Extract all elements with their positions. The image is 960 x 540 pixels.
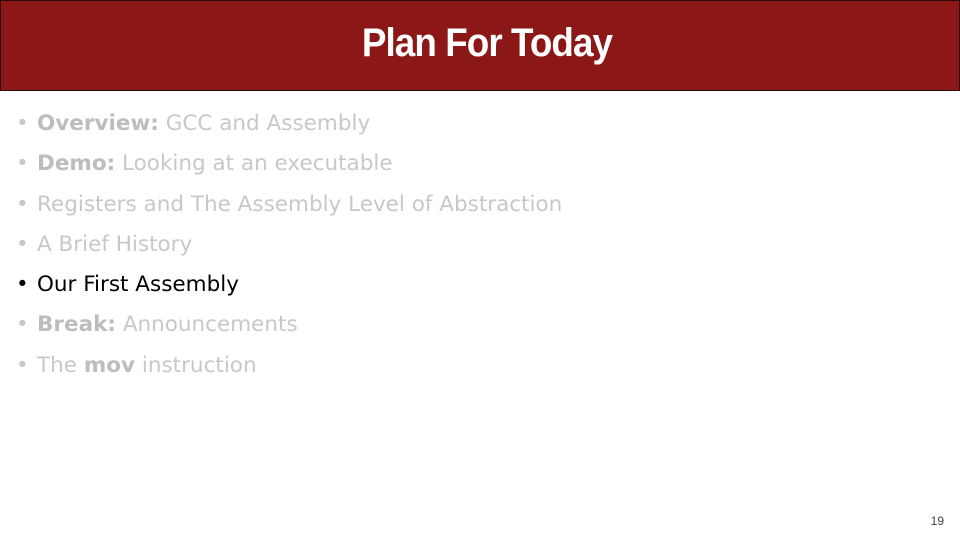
- agenda-item-text: GCC and Assembly: [158, 111, 371, 136]
- agenda-item-text: instruction: [135, 352, 257, 378]
- agenda-item-label: Break:: [37, 312, 116, 338]
- bullet-icon: •: [16, 312, 29, 338]
- bullet-icon: •: [16, 352, 29, 378]
- agenda-item-mov: • The mov instruction: [16, 346, 562, 386]
- bullet-icon: •: [16, 231, 29, 257]
- bullet-icon: •: [16, 151, 29, 177]
- bullet-icon: •: [16, 272, 29, 298]
- agenda-item-history: • A Brief History: [16, 225, 562, 265]
- agenda-item-overview: • Overview: GCC and Assembly: [16, 104, 562, 144]
- slide-title: Plan For Today: [361, 21, 613, 65]
- agenda-item-label: Demo:: [37, 151, 116, 177]
- agenda-item-text: Announcements: [115, 312, 298, 338]
- agenda-list: • Overview: GCC and Assembly • Demo: Looki…: [16, 104, 562, 386]
- agenda-item-text: Looking at an executable: [115, 151, 393, 177]
- agenda-item-text: Our First Assembly: [37, 272, 239, 298]
- agenda-item-keyword: mov: [83, 352, 136, 378]
- agenda-item-label: Overview:: [37, 111, 159, 136]
- agenda-item-demo: • Demo: Looking at an executable: [16, 144, 562, 184]
- page-number: 19: [930, 514, 944, 528]
- title-bar: Plan For Today: [0, 0, 960, 91]
- agenda-item-text: A Brief History: [37, 231, 193, 257]
- bullet-icon: •: [16, 191, 29, 217]
- agenda-item-break: • Break: Announcements: [16, 305, 562, 345]
- agenda-item-text-pre: The: [37, 352, 84, 378]
- agenda-item-registers: • Registers and The Assembly Level of Abs…: [16, 185, 562, 225]
- bullet-icon: •: [16, 111, 29, 136]
- agenda-item-text: Registers and The Assembly Level of Abst…: [37, 191, 563, 217]
- agenda-item-first-assembly: • Our First Assembly: [16, 265, 562, 305]
